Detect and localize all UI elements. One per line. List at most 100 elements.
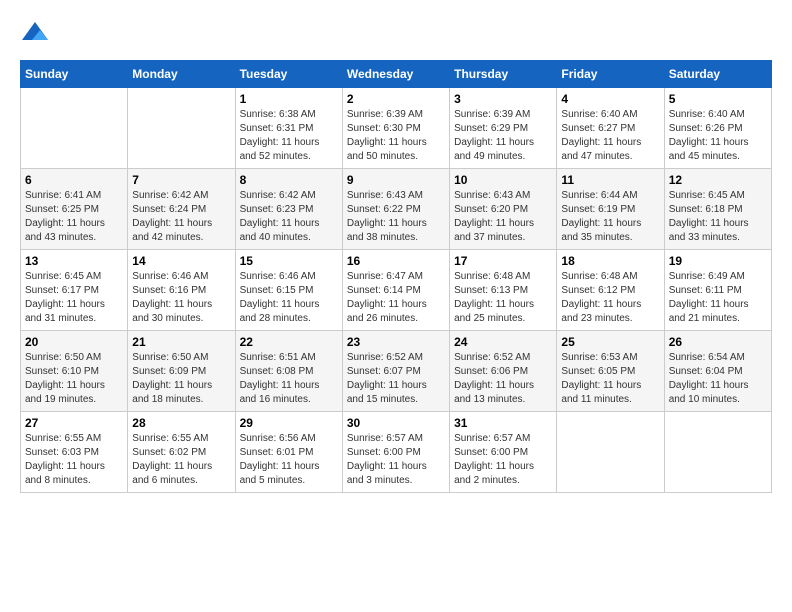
day-cell: 28Sunrise: 6:55 AM Sunset: 6:02 PM Dayli…: [128, 412, 235, 493]
day-detail: Sunrise: 6:42 AM Sunset: 6:24 PM Dayligh…: [132, 189, 230, 245]
day-cell: [21, 88, 128, 169]
day-number: 14: [132, 254, 230, 268]
day-cell: 29 Sunrise: 6:56 AM Sunset: 6:01 PM Dayli…: [235, 412, 342, 493]
day-detail: Sunrise: 6:54 AM Sunset: 6:04 PM Dayligh…: [669, 351, 767, 407]
day-number: 10: [454, 173, 552, 187]
week-row-4: 20 Sunrise: 6:50 AM Sunset: 6:10 PM Dayli…: [21, 331, 772, 412]
day-detail: Sunrise: 6:50 AM Sunset: 6:09 PM Dayligh…: [132, 351, 230, 407]
day-number: 3: [454, 92, 552, 106]
week-row-5: 27Sunrise: 6:55 AM Sunset: 6:03 PM Dayli…: [21, 412, 772, 493]
week-row-3: 13 Sunrise: 6:45 AM Sunset: 6:17 PM Dayli…: [21, 250, 772, 331]
day-detail: Sunrise: 6:44 AM Sunset: 6:19 PM Dayligh…: [561, 189, 659, 245]
logo-icon: [20, 20, 50, 50]
day-cell: 7 Sunrise: 6:42 AM Sunset: 6:24 PM Daylig…: [128, 169, 235, 250]
day-cell: 10 Sunrise: 6:43 AM Sunset: 6:20 PM Dayli…: [450, 169, 557, 250]
day-header-sunday: Sunday: [21, 61, 128, 88]
day-detail: Sunrise: 6:40 AM Sunset: 6:27 PM Dayligh…: [561, 108, 659, 164]
day-number: 18: [561, 254, 659, 268]
day-cell: 5 Sunrise: 6:40 AM Sunset: 6:26 PM Daylig…: [664, 88, 771, 169]
day-cell: 23 Sunrise: 6:52 AM Sunset: 6:07 PM Dayli…: [342, 331, 449, 412]
calendar-header: SundayMondayTuesdayWednesdayThursdayFrid…: [21, 61, 772, 88]
day-number: 20: [25, 335, 123, 349]
day-detail: Sunrise: 6:55 AM Sunset: 6:02 PM Dayligh…: [132, 432, 230, 488]
week-row-2: 6Sunrise: 6:41 AM Sunset: 6:25 PM Daylig…: [21, 169, 772, 250]
day-detail: Sunrise: 6:57 AM Sunset: 6:00 PM Dayligh…: [347, 432, 445, 488]
day-cell: 1 Sunrise: 6:38 AM Sunset: 6:31 PM Daylig…: [235, 88, 342, 169]
day-detail: Sunrise: 6:39 AM Sunset: 6:30 PM Dayligh…: [347, 108, 445, 164]
day-cell: 8Sunrise: 6:42 AM Sunset: 6:23 PM Daylig…: [235, 169, 342, 250]
day-detail: Sunrise: 6:46 AM Sunset: 6:16 PM Dayligh…: [132, 270, 230, 326]
day-number: 30: [347, 416, 445, 430]
day-cell: 2 Sunrise: 6:39 AM Sunset: 6:30 PM Daylig…: [342, 88, 449, 169]
day-detail: Sunrise: 6:57 AM Sunset: 6:00 PM Dayligh…: [454, 432, 552, 488]
day-detail: Sunrise: 6:39 AM Sunset: 6:29 PM Dayligh…: [454, 108, 552, 164]
day-cell: 9 Sunrise: 6:43 AM Sunset: 6:22 PM Daylig…: [342, 169, 449, 250]
day-cell: 15 Sunrise: 6:46 AM Sunset: 6:15 PM Dayli…: [235, 250, 342, 331]
day-cell: 25 Sunrise: 6:53 AM Sunset: 6:05 PM Dayli…: [557, 331, 664, 412]
day-detail: Sunrise: 6:40 AM Sunset: 6:26 PM Dayligh…: [669, 108, 767, 164]
day-detail: Sunrise: 6:52 AM Sunset: 6:06 PM Dayligh…: [454, 351, 552, 407]
logo: [20, 20, 54, 50]
day-number: 13: [25, 254, 123, 268]
day-cell: 30 Sunrise: 6:57 AM Sunset: 6:00 PM Dayli…: [342, 412, 449, 493]
day-cell: 12 Sunrise: 6:45 AM Sunset: 6:18 PM Dayli…: [664, 169, 771, 250]
week-row-1: 1 Sunrise: 6:38 AM Sunset: 6:31 PM Daylig…: [21, 88, 772, 169]
days-header-row: SundayMondayTuesdayWednesdayThursdayFrid…: [21, 61, 772, 88]
day-cell: 27Sunrise: 6:55 AM Sunset: 6:03 PM Dayli…: [21, 412, 128, 493]
day-cell: [557, 412, 664, 493]
day-detail: Sunrise: 6:51 AM Sunset: 6:08 PM Dayligh…: [240, 351, 338, 407]
day-header-friday: Friday: [557, 61, 664, 88]
day-detail: Sunrise: 6:47 AM Sunset: 6:14 PM Dayligh…: [347, 270, 445, 326]
day-header-wednesday: Wednesday: [342, 61, 449, 88]
day-header-saturday: Saturday: [664, 61, 771, 88]
day-number: 1: [240, 92, 338, 106]
day-cell: 24 Sunrise: 6:52 AM Sunset: 6:06 PM Dayli…: [450, 331, 557, 412]
page-header: [20, 20, 772, 50]
day-header-tuesday: Tuesday: [235, 61, 342, 88]
day-cell: [128, 88, 235, 169]
day-detail: Sunrise: 6:43 AM Sunset: 6:22 PM Dayligh…: [347, 189, 445, 245]
day-cell: 13 Sunrise: 6:45 AM Sunset: 6:17 PM Dayli…: [21, 250, 128, 331]
day-detail: Sunrise: 6:38 AM Sunset: 6:31 PM Dayligh…: [240, 108, 338, 164]
day-detail: Sunrise: 6:56 AM Sunset: 6:01 PM Dayligh…: [240, 432, 338, 488]
day-number: 24: [454, 335, 552, 349]
calendar-table: SundayMondayTuesdayWednesdayThursdayFrid…: [20, 60, 772, 493]
day-number: 5: [669, 92, 767, 106]
day-number: 29: [240, 416, 338, 430]
day-number: 25: [561, 335, 659, 349]
day-cell: 22 Sunrise: 6:51 AM Sunset: 6:08 PM Dayli…: [235, 331, 342, 412]
day-detail: Sunrise: 6:49 AM Sunset: 6:11 PM Dayligh…: [669, 270, 767, 326]
day-detail: Sunrise: 6:42 AM Sunset: 6:23 PM Dayligh…: [240, 189, 338, 245]
day-detail: Sunrise: 6:50 AM Sunset: 6:10 PM Dayligh…: [25, 351, 123, 407]
day-number: 2: [347, 92, 445, 106]
day-detail: Sunrise: 6:45 AM Sunset: 6:18 PM Dayligh…: [669, 189, 767, 245]
day-number: 7: [132, 173, 230, 187]
day-cell: 3 Sunrise: 6:39 AM Sunset: 6:29 PM Daylig…: [450, 88, 557, 169]
day-number: 26: [669, 335, 767, 349]
day-header-thursday: Thursday: [450, 61, 557, 88]
day-cell: 31Sunrise: 6:57 AM Sunset: 6:00 PM Dayli…: [450, 412, 557, 493]
day-number: 19: [669, 254, 767, 268]
day-cell: 6Sunrise: 6:41 AM Sunset: 6:25 PM Daylig…: [21, 169, 128, 250]
day-number: 12: [669, 173, 767, 187]
day-cell: 11Sunrise: 6:44 AM Sunset: 6:19 PM Dayli…: [557, 169, 664, 250]
calendar-body: 1 Sunrise: 6:38 AM Sunset: 6:31 PM Daylig…: [21, 88, 772, 493]
day-detail: Sunrise: 6:45 AM Sunset: 6:17 PM Dayligh…: [25, 270, 123, 326]
day-number: 17: [454, 254, 552, 268]
day-detail: Sunrise: 6:46 AM Sunset: 6:15 PM Dayligh…: [240, 270, 338, 326]
day-number: 16: [347, 254, 445, 268]
day-number: 4: [561, 92, 659, 106]
day-cell: [664, 412, 771, 493]
day-detail: Sunrise: 6:41 AM Sunset: 6:25 PM Dayligh…: [25, 189, 123, 245]
day-number: 9: [347, 173, 445, 187]
day-detail: Sunrise: 6:53 AM Sunset: 6:05 PM Dayligh…: [561, 351, 659, 407]
day-cell: 19 Sunrise: 6:49 AM Sunset: 6:11 PM Dayli…: [664, 250, 771, 331]
day-detail: Sunrise: 6:43 AM Sunset: 6:20 PM Dayligh…: [454, 189, 552, 245]
day-cell: 14 Sunrise: 6:46 AM Sunset: 6:16 PM Dayli…: [128, 250, 235, 331]
day-cell: 4 Sunrise: 6:40 AM Sunset: 6:27 PM Daylig…: [557, 88, 664, 169]
day-cell: 26 Sunrise: 6:54 AM Sunset: 6:04 PM Dayli…: [664, 331, 771, 412]
day-number: 23: [347, 335, 445, 349]
day-number: 22: [240, 335, 338, 349]
day-detail: Sunrise: 6:52 AM Sunset: 6:07 PM Dayligh…: [347, 351, 445, 407]
day-number: 15: [240, 254, 338, 268]
